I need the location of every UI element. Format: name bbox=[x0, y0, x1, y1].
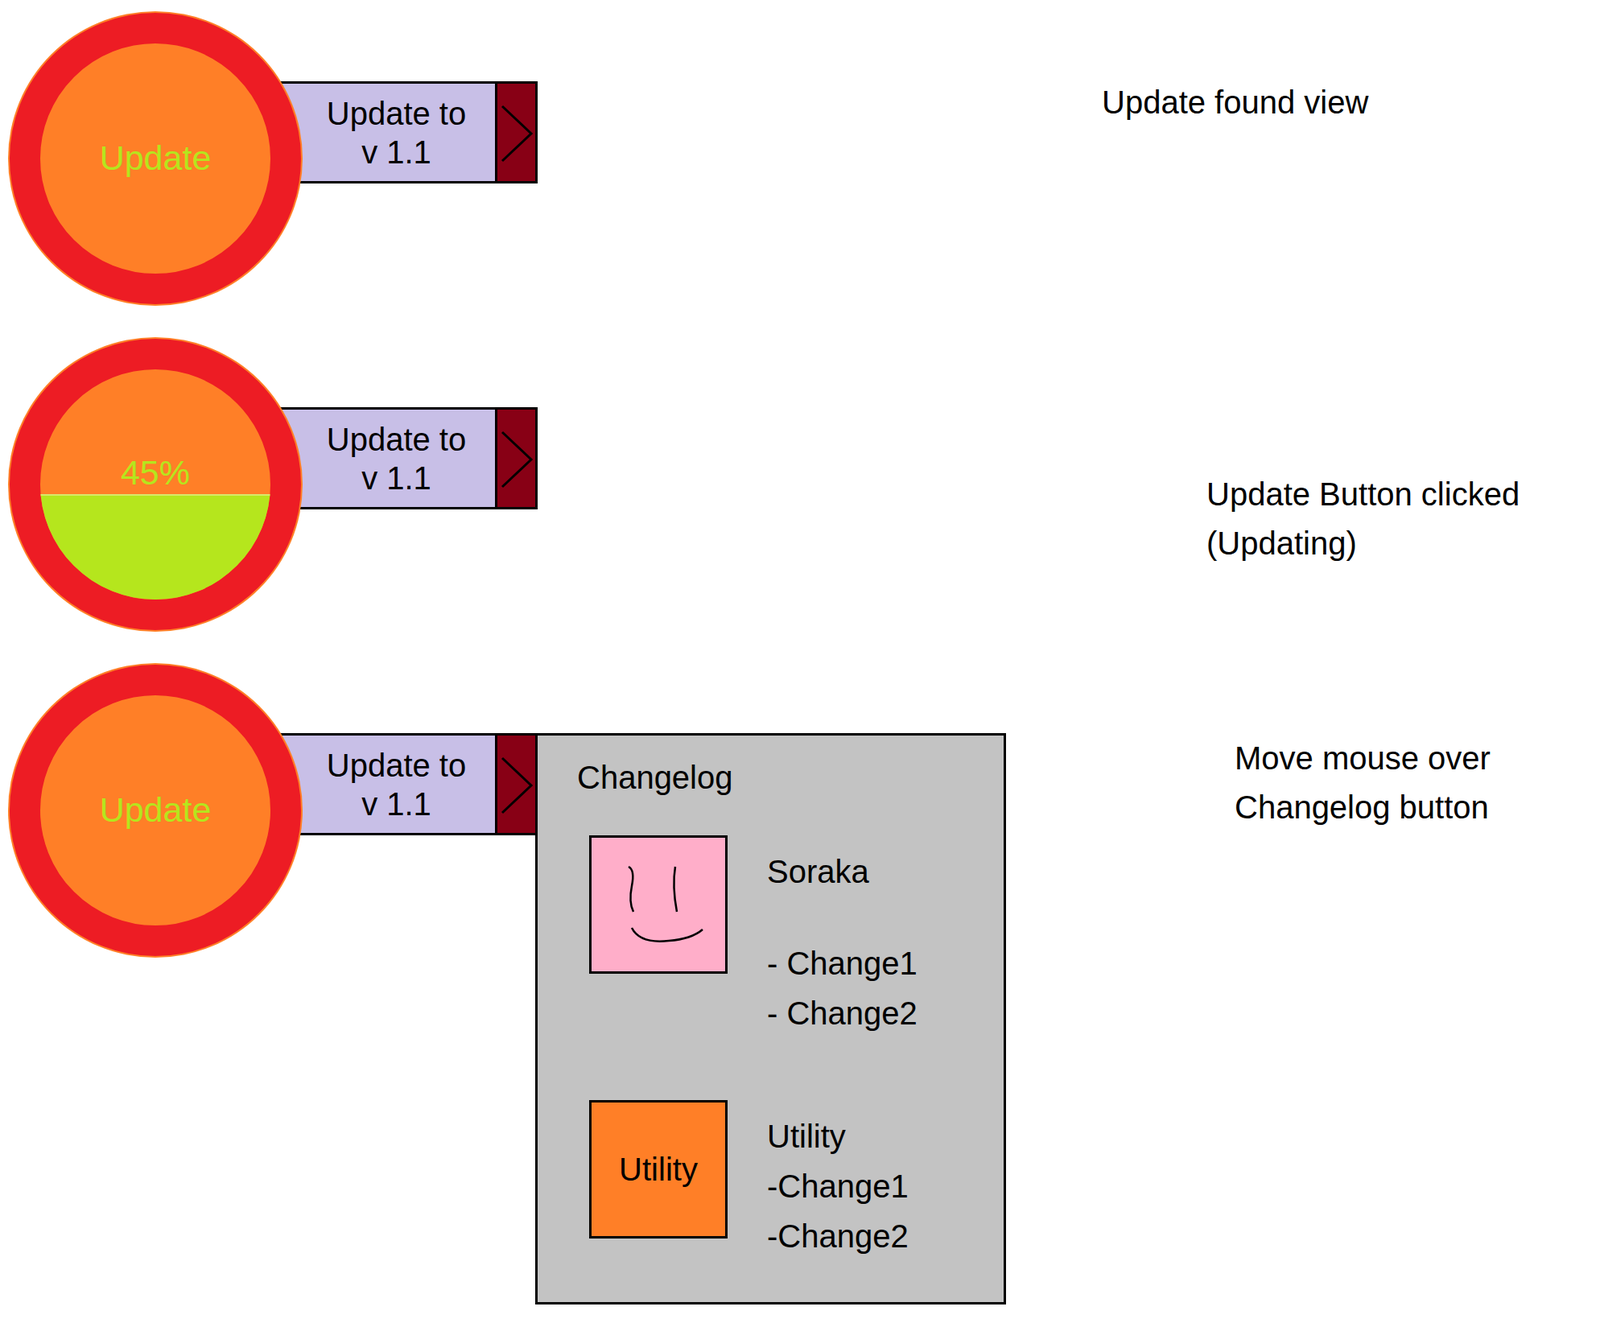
view-row: Update Update to v 1.1 Update found view bbox=[9, 12, 1600, 305]
annotation: Update found view bbox=[1101, 78, 1369, 128]
version-bar: Update to v 1.1 Changelog Soraka - Chang… bbox=[275, 733, 538, 836]
version-label: Update to v 1.1 bbox=[275, 83, 495, 182]
version-bar: Update to v 1.1 bbox=[275, 81, 538, 184]
update-button[interactable]: Update bbox=[9, 12, 302, 305]
update-button[interactable]: Update bbox=[9, 664, 302, 957]
update-widget: Update Update to v 1.1 Changelog Soraka … bbox=[9, 664, 538, 957]
annotation-line: Update Button clicked bbox=[1206, 470, 1520, 520]
update-widget: Update Update to v 1.1 bbox=[9, 12, 538, 305]
changelog-button[interactable]: Changelog Soraka - Change1- Change2Utili… bbox=[494, 735, 538, 833]
changelog-button[interactable] bbox=[494, 409, 538, 508]
progress-fill bbox=[40, 494, 271, 600]
change-item: -Change1 bbox=[767, 1161, 988, 1212]
update-widget: 45% Update to v 1.1 bbox=[9, 338, 538, 631]
changelog-panel: Changelog Soraka - Change1- Change2 Utili… bbox=[535, 733, 1007, 1305]
annotation-line: Update found view bbox=[1101, 78, 1369, 128]
annotation-line: Changelog button bbox=[1234, 783, 1491, 833]
section-name: Soraka bbox=[767, 846, 988, 897]
progress-label: 45% bbox=[120, 453, 190, 493]
changelog-section: Soraka - Change1- Change2 bbox=[589, 835, 988, 1039]
annotation: Update Button clicked(Updating) bbox=[1206, 470, 1520, 569]
changelog-title: Changelog bbox=[577, 757, 988, 798]
update-button[interactable]: 45% bbox=[9, 338, 302, 631]
version-label: Update to v 1.1 bbox=[275, 409, 495, 508]
chevron-right-icon bbox=[497, 83, 536, 182]
section-text: Soraka - Change1- Change2 bbox=[767, 835, 988, 1039]
change-item: - Change2 bbox=[767, 988, 988, 1039]
progress-top: 45% bbox=[40, 369, 271, 495]
version-label: Update to v 1.1 bbox=[275, 735, 495, 833]
annotation-line: Move mouse over bbox=[1234, 734, 1491, 784]
view-row: Update Update to v 1.1 Changelog Soraka … bbox=[9, 664, 1600, 957]
changelog-button[interactable] bbox=[494, 83, 538, 182]
change-item: -Change2 bbox=[767, 1211, 988, 1262]
version-bar: Update to v 1.1 bbox=[275, 407, 538, 510]
section-thumbnail: Utility bbox=[589, 1100, 728, 1239]
chevron-right-icon bbox=[497, 409, 536, 508]
section-thumbnail bbox=[589, 835, 728, 974]
change-item: - Change1 bbox=[767, 938, 988, 989]
section-name: Utility bbox=[767, 1111, 988, 1162]
section-text: Utility -Change1-Change2 bbox=[767, 1100, 988, 1262]
update-label: Update bbox=[99, 790, 212, 830]
view-row: 45% Update to v 1.1 Update Button clicke… bbox=[9, 338, 1600, 631]
chevron-right-icon bbox=[497, 735, 536, 833]
annotation: Move mouse overChangelog button bbox=[1234, 734, 1491, 833]
mockup-canvas: Update Update to v 1.1 Update found view… bbox=[0, 0, 1600, 1323]
smiley-icon bbox=[591, 837, 726, 972]
thumbnail-label: Utility bbox=[618, 1151, 698, 1188]
annotation-line: (Updating) bbox=[1206, 519, 1520, 569]
changelog-section: Utility Utility -Change1-Change2 bbox=[589, 1100, 988, 1262]
update-label: Update bbox=[99, 138, 212, 178]
